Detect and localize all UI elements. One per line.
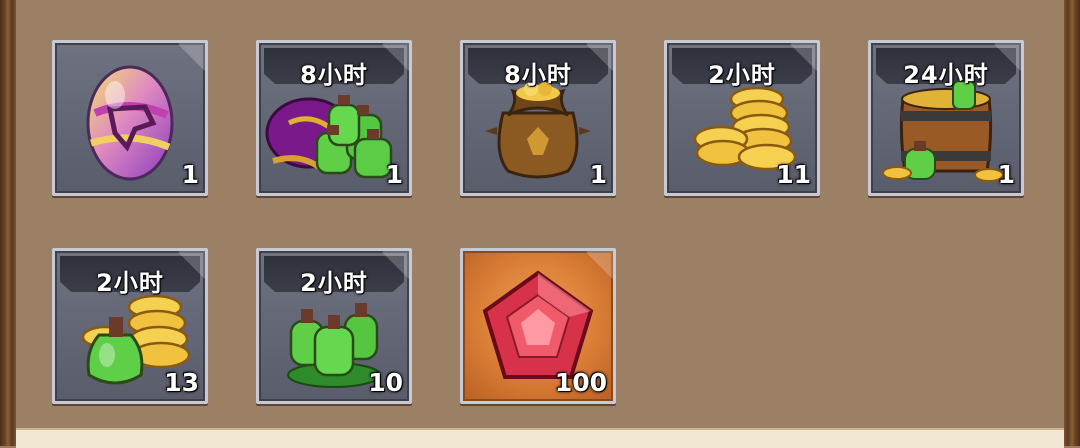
item-count: 100 <box>554 368 607 397</box>
frame-left-border <box>0 0 16 446</box>
duration-label: 2小时 <box>708 61 776 89</box>
inventory-slot-egg[interactable]: 1 <box>52 40 208 196</box>
duration-label: 2小时 <box>96 269 164 297</box>
inventory-slot-gold-sack[interactable]: 8小时 1 <box>460 40 616 196</box>
duration-label: 8小时 <box>504 61 572 89</box>
item-count: 1 <box>181 160 199 189</box>
panel-bottom-bar <box>16 428 1064 448</box>
duration-label: 8小时 <box>300 61 368 89</box>
item-count: 10 <box>368 368 403 397</box>
item-count: 1 <box>997 160 1015 189</box>
duration-label: 2小时 <box>300 269 368 297</box>
inventory-slot-coin-stack[interactable]: 2小时 11 <box>664 40 820 196</box>
inventory-slot-red-gem[interactable]: 100 <box>460 248 616 404</box>
item-count: 13 <box>164 368 199 397</box>
item-count: 11 <box>776 160 811 189</box>
inventory-slot-coins-potion[interactable]: 2小时 13 <box>52 248 208 404</box>
duration-label: 24小时 <box>903 61 989 89</box>
inventory-slot-potion-trio[interactable]: 2小时 10 <box>256 248 412 404</box>
item-count: 1 <box>385 160 403 189</box>
item-count: 1 <box>589 160 607 189</box>
inventory-slot-potion-bag[interactable]: 8小时 1 <box>256 40 412 196</box>
frame-right-border <box>1064 0 1080 446</box>
inventory-slot-potion-barrel[interactable]: 24小时 1 <box>868 40 1024 196</box>
